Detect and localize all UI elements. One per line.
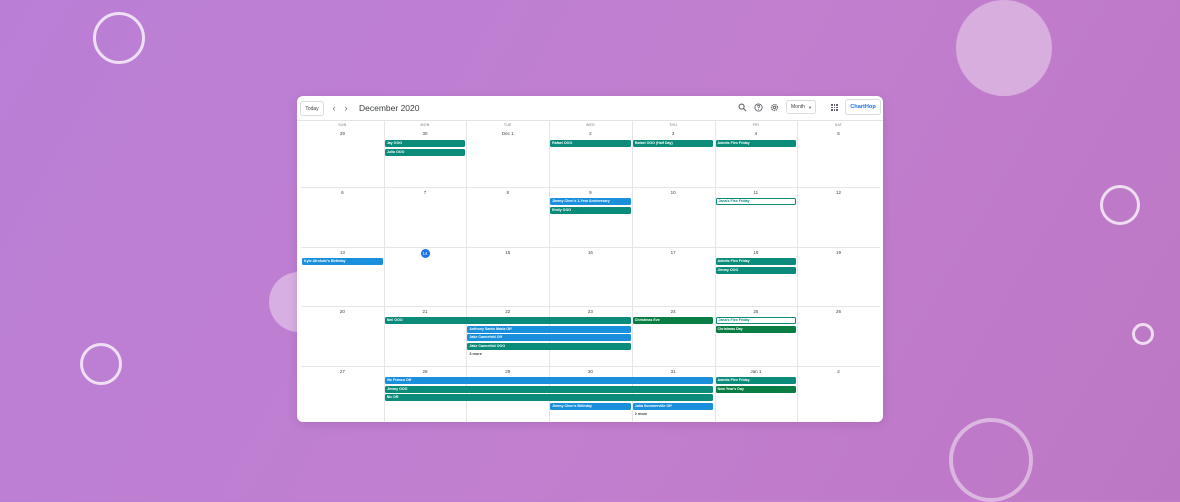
event-chip[interactable]: Julio OOO (384, 148, 466, 156)
day-number[interactable]: 28 (384, 368, 467, 375)
day-number[interactable]: 3 (632, 130, 715, 137)
decor-circle (956, 0, 1052, 96)
day-number[interactable]: 24 (632, 308, 715, 315)
day-number[interactable]: 17 (632, 249, 715, 256)
calendar-window: Today ‹ › December 2020 Month ▼ ChartHop… (297, 96, 883, 422)
day-number[interactable]: 30 (549, 368, 632, 375)
day-number[interactable]: 21 (384, 308, 467, 315)
view-select[interactable]: Month ▼ (786, 100, 816, 114)
event-chip[interactable]: Anthony Santo Maria Off (467, 325, 631, 333)
weekday-header: WED (585, 123, 595, 127)
view-select-label: Month (791, 104, 805, 110)
day-number[interactable]: 29 (301, 130, 384, 137)
today-day-number[interactable]: 14 (384, 249, 467, 258)
day-number[interactable]: 5 (797, 130, 880, 137)
day-number[interactable]: 19 (797, 249, 880, 256)
weekday-header: FRI (752, 123, 760, 127)
day-number[interactable]: 27 (301, 368, 384, 375)
day-number[interactable]: 9 (549, 189, 632, 196)
decor-circle (93, 12, 145, 64)
row-divider (301, 247, 880, 248)
event-chip[interactable]: Jimmy OOO (715, 266, 797, 274)
day-number[interactable]: 6 (301, 189, 384, 196)
day-number[interactable]: Jan 1 (715, 368, 798, 375)
next-month-button[interactable]: › (341, 101, 351, 115)
page-title: December 2020 (359, 103, 420, 113)
event-chip[interactable]: Jana's Flex Friday (715, 198, 797, 205)
event-chip[interactable]: Jay OOO (384, 140, 466, 147)
more-events-link[interactable]: 2 more (635, 411, 647, 417)
event-chip[interactable]: Jimmy Chen's Birthday (550, 402, 631, 410)
day-number[interactable]: 29 (466, 368, 549, 375)
day-number[interactable]: 18 (715, 249, 798, 256)
apps-grid-icon[interactable] (831, 104, 838, 111)
day-number[interactable]: 20 (301, 308, 384, 315)
search-icon[interactable] (735, 100, 749, 114)
more-events-link[interactable]: 3 more (469, 351, 481, 357)
decor-circle (949, 418, 1033, 502)
event-chip[interactable]: Christmas Day (715, 325, 797, 333)
event-chip[interactable]: Rafael OOO (550, 140, 631, 147)
help-icon[interactable] (751, 100, 765, 114)
event-chip[interactable]: Jana's Flex Friday (715, 317, 797, 324)
day-number[interactable]: 13 (301, 249, 384, 256)
day-number[interactable]: Dec 1 (466, 130, 549, 137)
event-chip[interactable]: Nic DR (384, 394, 714, 402)
day-number[interactable]: 7 (384, 189, 467, 196)
day-number[interactable]: 16 (549, 249, 632, 256)
day-number[interactable]: 12 (797, 189, 880, 196)
day-number[interactable]: 23 (549, 308, 632, 315)
event-chip[interactable]: Admits Flex Friday (715, 377, 797, 384)
day-number[interactable]: 8 (466, 189, 549, 196)
event-chip[interactable]: Rafael OOO (Half Day) (632, 140, 714, 147)
weekday-header: MON (420, 123, 430, 127)
weekday-header: THU (669, 123, 678, 127)
day-number[interactable]: 26 (797, 308, 880, 315)
chevron-down-icon: ▼ (808, 105, 812, 110)
row-divider (301, 187, 880, 188)
event-chip[interactable]: Jake Cannefeld OOO (467, 342, 631, 350)
row-divider (301, 306, 880, 307)
event-chip[interactable]: Neil OOO (384, 317, 631, 324)
event-chip[interactable]: Admits Flex Friday (715, 140, 797, 147)
column-divider (797, 120, 799, 422)
day-number[interactable]: 2 (797, 368, 880, 375)
event-chip[interactable]: Admits Flex Friday (715, 258, 797, 265)
brand-logo[interactable]: ChartHop (845, 99, 881, 115)
event-chip[interactable]: Jimmy Chen's 1-Year Anniversary (550, 198, 631, 205)
event-chip[interactable]: Jimmy OOO (384, 385, 714, 393)
event-chip[interactable]: Kyle Afrokule's Birthday (302, 258, 383, 265)
row-divider (301, 366, 880, 367)
day-number[interactable]: 11 (715, 189, 798, 196)
event-chip[interactable]: Emily OOO (550, 206, 631, 214)
decor-circle (1100, 185, 1140, 225)
settings-icon[interactable] (767, 100, 781, 114)
day-number[interactable]: 22 (466, 308, 549, 315)
day-number[interactable]: 30 (384, 130, 467, 137)
today-button[interactable]: Today (300, 101, 324, 116)
event-chip[interactable]: Julia Sommerville Off (632, 402, 714, 410)
day-number[interactable]: 2 (549, 130, 632, 137)
event-chip[interactable]: Vic Franco Off (384, 377, 714, 384)
day-number[interactable]: 15 (466, 249, 549, 256)
day-number[interactable]: 31 (632, 368, 715, 375)
month-grid: SUN MON TUE WED THU FRI SAT 29 30 Dec 1 2 3 4 5 6 7 8 9 10… (301, 120, 880, 422)
weekday-header: TUE (503, 123, 512, 127)
day-number[interactable]: 10 (632, 189, 715, 196)
prev-month-button[interactable]: ‹ (329, 101, 339, 115)
event-chip[interactable]: New Year's Day (715, 385, 797, 393)
day-number[interactable]: 25 (715, 308, 798, 315)
weekday-header: SUN (338, 123, 347, 127)
weekday-header: SAT (834, 123, 843, 127)
day-number[interactable]: 4 (715, 130, 798, 137)
decor-circle (1132, 323, 1154, 345)
calendar-toolbar: Today ‹ › December 2020 Month ▼ ChartHop (297, 96, 883, 121)
event-chip[interactable]: Jake Cannefeld Off (467, 334, 631, 342)
decor-circle (80, 343, 122, 385)
event-chip[interactable]: Christmas Eve (632, 317, 714, 324)
